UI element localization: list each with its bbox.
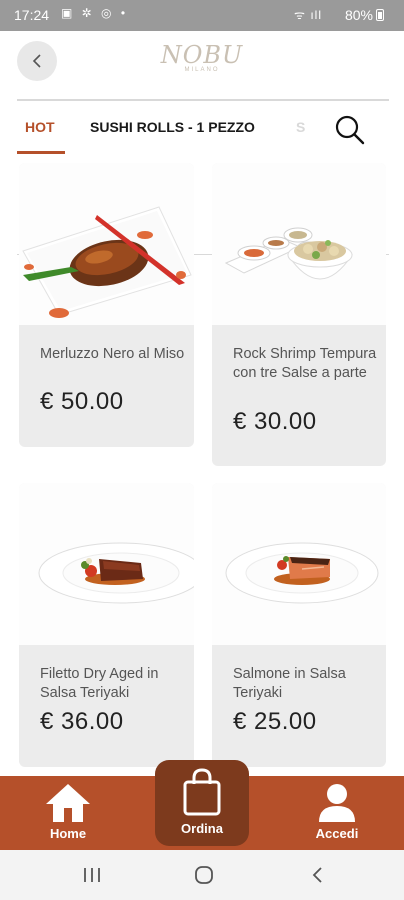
search-icon[interactable] (333, 113, 365, 145)
status-time: 17:24 (14, 7, 50, 23)
product-image (212, 483, 386, 645)
battery-percent: 80% (344, 7, 373, 23)
app-header: NOBU MILANO (0, 31, 404, 99)
back-system-icon[interactable] (310, 865, 324, 885)
chevron-left-icon (32, 54, 41, 68)
product-name: Filetto Dry Aged in Salsa Teriyaki (40, 666, 159, 701)
salmon-dish-image (212, 483, 386, 645)
product-image (212, 163, 386, 325)
nav-home[interactable]: Home (38, 776, 98, 850)
user-icon (319, 784, 355, 822)
product-name: Salmone in Salsa Teriyaki (233, 666, 346, 701)
rock-shrimp-dish-image (212, 163, 386, 325)
shopping-bag-icon (183, 768, 221, 816)
product-price: € 50.00 (40, 388, 124, 415)
nav-login[interactable]: Accedi (306, 776, 368, 850)
product-name: Merluzzo Nero al Miso (40, 346, 185, 362)
product-name: Rock Shrimp Tempura con tre Salse a part… (233, 346, 377, 381)
system-navigation-bar (0, 850, 404, 900)
restaurant-logo: NOBU MILANO (150, 41, 254, 73)
product-card[interactable]: Merluzzo Nero al Miso € 50.00 (19, 163, 194, 447)
status-bar: 17:24 ▣ ✲ ◎ • ᯤ ıll 80% (0, 0, 404, 31)
active-tab-indicator (17, 151, 65, 154)
product-card[interactable]: Filetto Dry Aged in Salsa Teriyaki € 36.… (19, 483, 194, 767)
product-image (19, 483, 194, 645)
tab-hot[interactable]: HOT (25, 101, 55, 153)
product-price: € 30.00 (233, 408, 317, 435)
battery-status: 80% (345, 7, 384, 23)
logo-brand: NOBU (160, 41, 244, 69)
home-icon (46, 784, 90, 822)
tab-next-partial[interactable]: S (296, 101, 305, 153)
category-tabs: HOT SUSHI ROLLS - 1 PEZZO S (0, 101, 404, 255)
product-card[interactable]: Salmone in Salsa Teriyaki € 25.00 (212, 483, 386, 767)
nav-home-label: Home (49, 826, 87, 841)
nav-login-label: Accedi (315, 826, 359, 841)
product-grid: Merluzzo Nero al Miso € 50.00 Rock Shrim… (0, 163, 404, 776)
black-cod-dish-image (19, 163, 194, 325)
notification-icons: ▣ ✲ ◎ • (61, 6, 129, 20)
recent-apps-icon[interactable] (83, 865, 101, 885)
product-price: € 25.00 (233, 708, 317, 735)
tab-sushi-rolls[interactable]: SUSHI ROLLS - 1 PEZZO (90, 101, 255, 153)
back-button[interactable] (17, 41, 57, 81)
bottom-navigation: Home Ordina Accedi (0, 760, 404, 850)
nav-order[interactable]: Ordina (155, 760, 249, 846)
product-image (19, 163, 194, 325)
product-price: € 36.00 (40, 708, 124, 735)
battery-icon (376, 9, 384, 21)
nav-order-label: Ordina (181, 821, 223, 836)
beef-fillet-dish-image (19, 483, 194, 645)
signal-icon: ᯤ ıll (294, 8, 322, 22)
home-system-icon[interactable] (194, 865, 214, 885)
product-card[interactable]: Rock Shrimp Tempura con tre Salse a part… (212, 163, 386, 466)
